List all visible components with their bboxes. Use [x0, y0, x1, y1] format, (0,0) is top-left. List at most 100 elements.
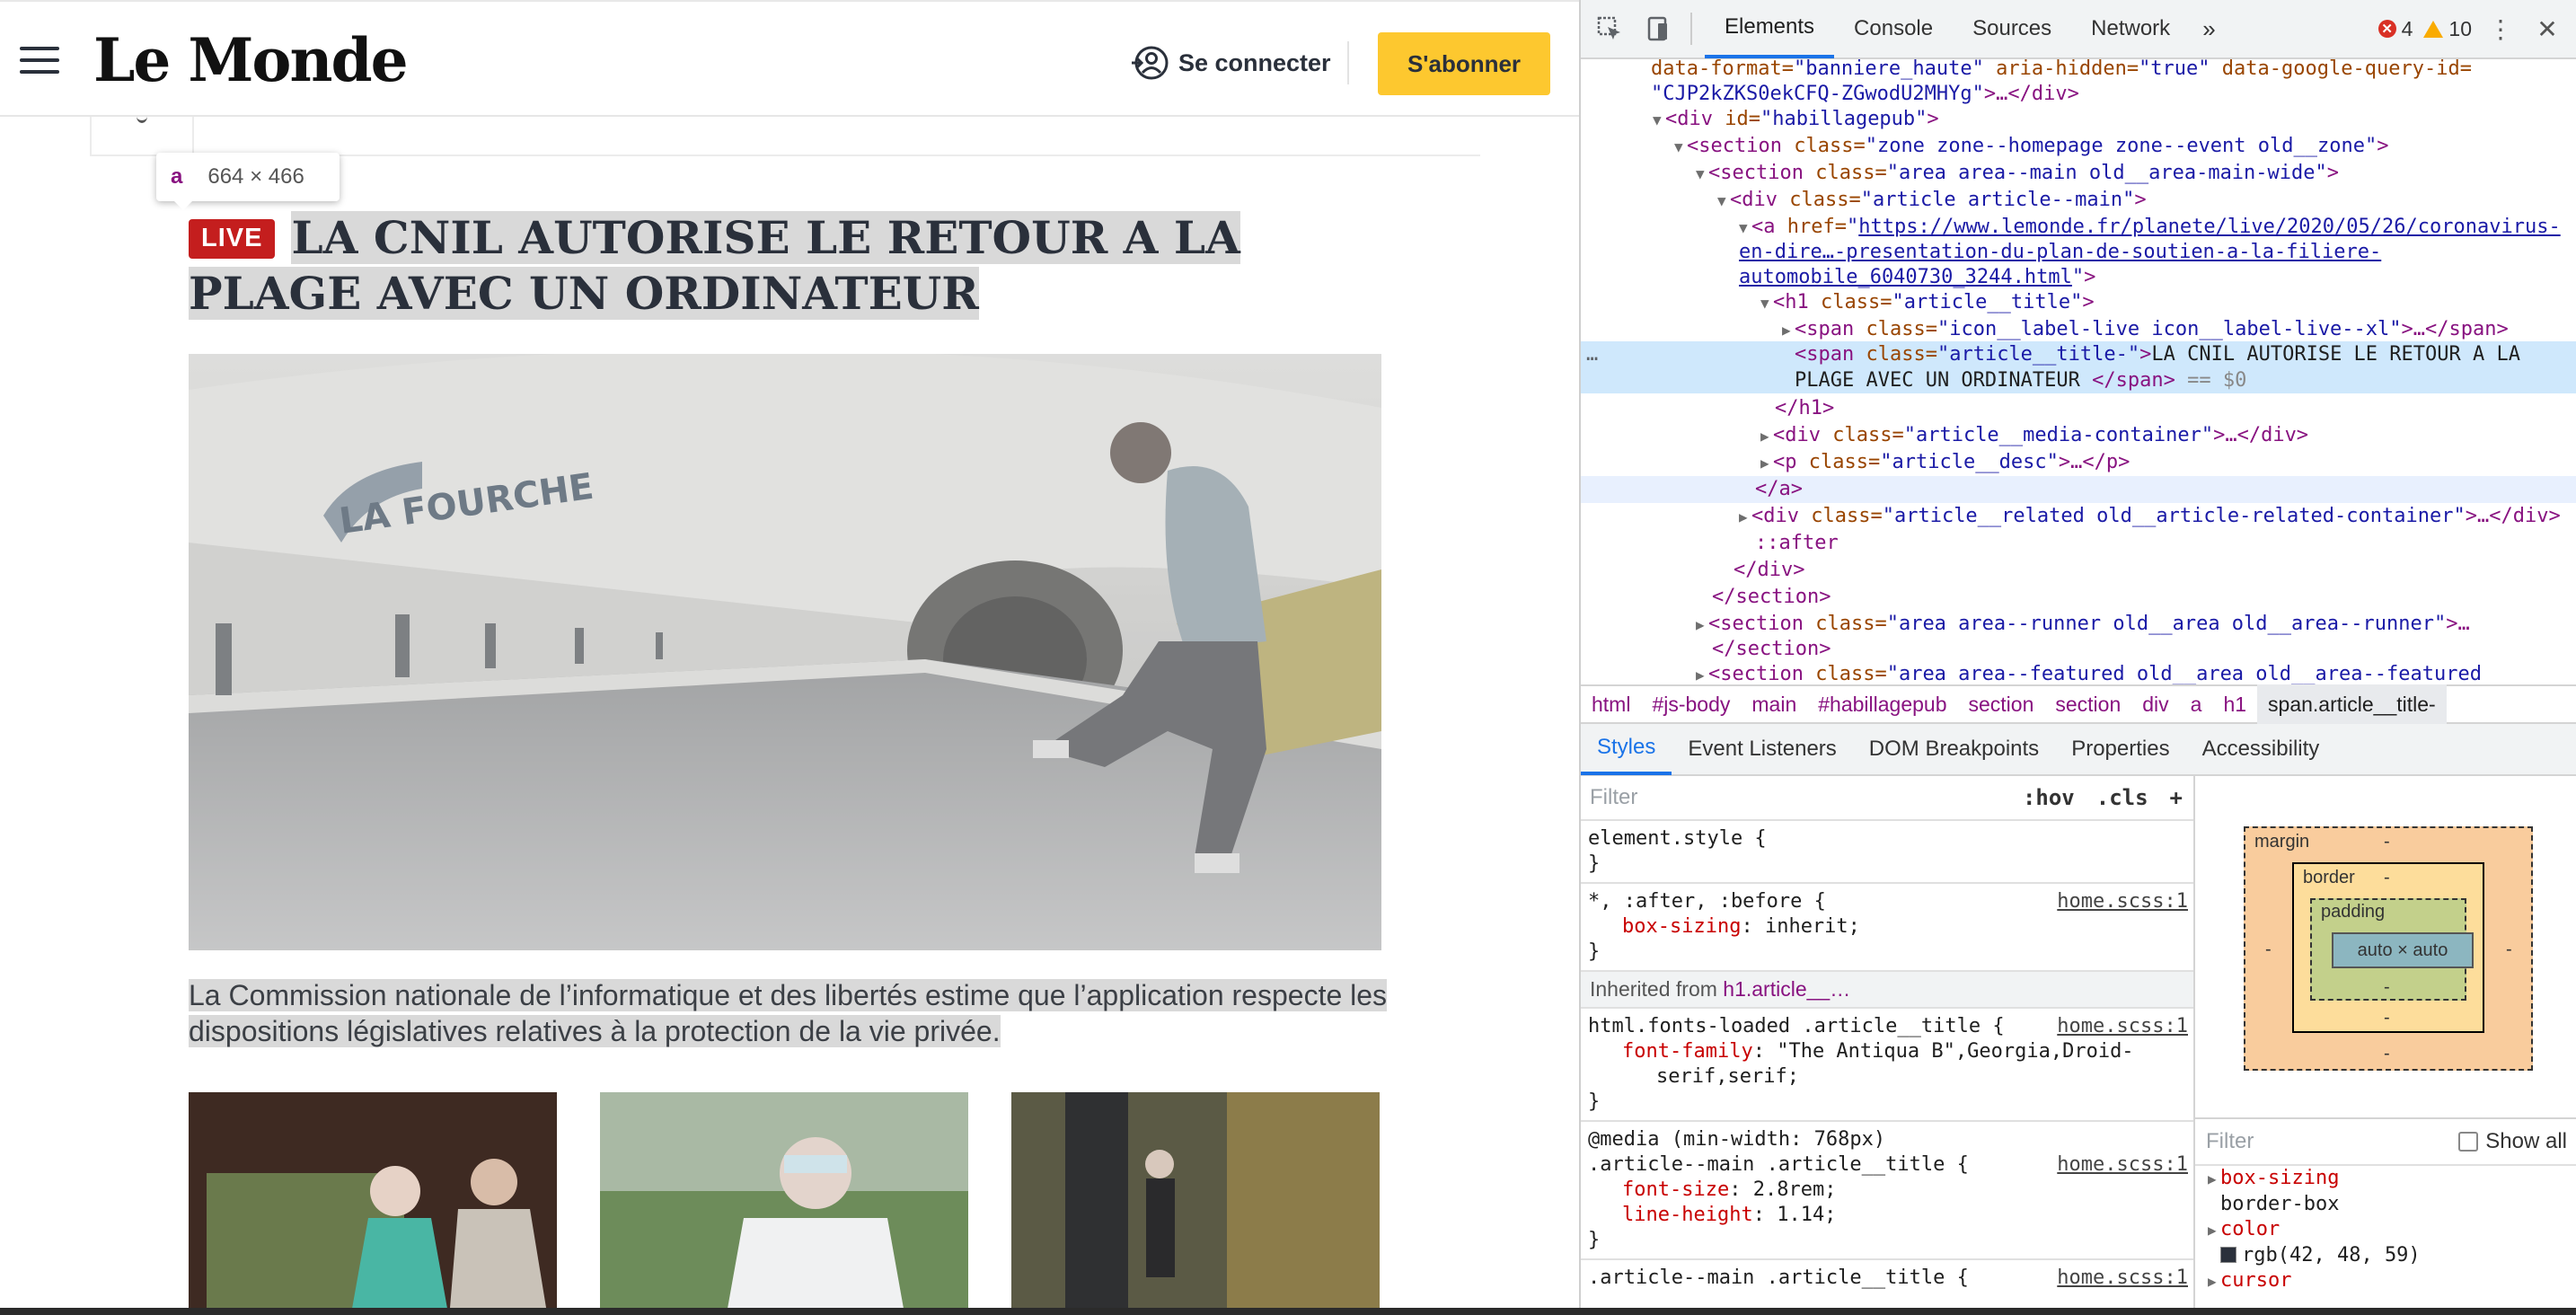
device-toolbar-icon[interactable]: [1638, 9, 1678, 49]
breadcrumb-item[interactable]: a: [2180, 684, 2213, 724]
dom-node[interactable]: data-format="banniere_haute" aria-hidden…: [1581, 59, 2576, 83]
breadcrumb-item[interactable]: html: [1581, 684, 1641, 724]
tab-dom-breakpoints[interactable]: DOM Breakpoints: [1853, 723, 2055, 775]
css-property[interactable]: box-sizing: [1622, 915, 1741, 938]
computed-property[interactable]: ▶ color: [2195, 1217, 2576, 1243]
metro-photo: LA FOURCHE: [189, 354, 1381, 950]
rule-source-link[interactable]: home.scss:1: [2057, 1266, 2188, 1291]
show-all-checkbox[interactable]: [2458, 1132, 2479, 1152]
dom-node[interactable]: ▼ <a href="https://www.lemonde.fr/planete…: [1581, 214, 2576, 241]
rule-source-link[interactable]: home.scss:1: [2057, 1014, 2188, 1039]
dom-node-cont[interactable]: en-dire…-presentation-du-plan-de-soutien…: [1581, 239, 2576, 266]
dom-node-selected[interactable]: … <span class="article__title-">LA CNIL …: [1581, 341, 2576, 393]
styles-filter-input[interactable]: Filter: [1590, 785, 2012, 810]
css-property[interactable]: font-size: [1622, 1178, 1729, 1201]
computed-property[interactable]: ▶ box-sizing: [2195, 1166, 2576, 1192]
css-property[interactable]: font-family: [1622, 1040, 1753, 1063]
dom-node[interactable]: </a>: [1581, 476, 2576, 503]
more-tabs-button[interactable]: »: [2190, 15, 2228, 43]
style-rule[interactable]: @media (min-width: 768px) .article--main…: [1581, 1122, 2193, 1260]
breadcrumb-item[interactable]: #js-body: [1641, 684, 1741, 724]
computed-property[interactable]: ▶ cursor: [2195, 1268, 2576, 1294]
article-headline[interactable]: LIVE LA CNIL AUTORISE LE RETOUR A LA PLAG…: [189, 210, 1392, 322]
close-icon[interactable]: ✕: [2529, 11, 2565, 47]
dom-node[interactable]: ▶ <p class="article__desc">…</p>: [1581, 449, 2576, 476]
menu-icon[interactable]: [20, 47, 59, 77]
tab-accessibility[interactable]: Accessibility: [2186, 723, 2336, 775]
rule-source-link[interactable]: home.scss:1: [2057, 889, 2188, 914]
dom-node[interactable]: ▼ <section class="zone zone--homepage zon…: [1581, 133, 2576, 160]
color-swatch[interactable]: [2220, 1247, 2236, 1263]
dom-node[interactable]: </section>: [1581, 584, 2576, 611]
tab-elements[interactable]: Elements: [1705, 0, 1835, 58]
node-menu-icon[interactable]: …: [1586, 341, 1598, 367]
warning-count[interactable]: 10: [2423, 17, 2472, 41]
computed-filter-input[interactable]: Filter: [2206, 1129, 2254, 1154]
tab-sources[interactable]: Sources: [1953, 0, 2071, 58]
sidebar-tabs: Styles Event Listeners DOM Breakpoints P…: [1581, 724, 2576, 776]
css-value[interactable]: inherit;: [1765, 915, 1860, 938]
add-rule-button[interactable]: +: [2159, 785, 2193, 810]
cls-toggle[interactable]: .cls: [2086, 785, 2159, 810]
dom-node[interactable]: ::after: [1581, 530, 2576, 557]
box-model-margin[interactable]: margin - - - - border - - padding - auto…: [2244, 826, 2533, 1071]
css-value[interactable]: 1.14;: [1777, 1204, 1836, 1226]
css-property[interactable]: line-height: [1622, 1204, 1753, 1226]
dom-node[interactable]: "CJP2kZKS0ekCFQ-ZGwodU2MHYg">…</div>: [1581, 81, 2576, 108]
box-model-content[interactable]: auto × auto: [2332, 932, 2474, 968]
dom-node[interactable]: ▼ <div class="article article--main">: [1581, 187, 2576, 214]
show-all-toggle[interactable]: Show all: [2458, 1129, 2576, 1154]
breadcrumb-item-active[interactable]: span.article__title-: [2257, 684, 2447, 724]
more-options-icon[interactable]: ⋮: [2483, 11, 2519, 47]
dom-node[interactable]: ▶ <section class="area area--featured old…: [1581, 661, 2576, 684]
dom-node[interactable]: ▶ <div class="article__media-container">……: [1581, 422, 2576, 449]
tab-event-listeners[interactable]: Event Listeners: [1672, 723, 1852, 775]
breadcrumb-item[interactable]: div: [2131, 684, 2179, 724]
tab-network[interactable]: Network: [2071, 0, 2190, 58]
box-model-border[interactable]: border - - padding - auto × auto: [2292, 862, 2484, 1033]
rule-source-link[interactable]: home.scss:1: [2057, 1152, 2188, 1178]
style-rule[interactable]: *, :after, :before { home.scss:1 box-siz…: [1581, 884, 2193, 972]
inherited-selector[interactable]: h1.article__…: [1723, 977, 1850, 1001]
dom-node[interactable]: </section>: [1581, 636, 2576, 663]
live-badge: LIVE: [189, 219, 276, 259]
site-logo[interactable]: Le Monde: [93, 25, 409, 95]
tab-properties[interactable]: Properties: [2055, 723, 2185, 775]
breadcrumb-item[interactable]: h1: [2212, 684, 2257, 724]
style-rule[interactable]: .article--main .article__title { home.sc…: [1581, 1260, 2193, 1296]
dom-node[interactable]: ▶ <section class="area area--runner old__…: [1581, 611, 2576, 638]
tab-styles[interactable]: Styles: [1581, 723, 1672, 775]
subscribe-button[interactable]: S'abonner: [1378, 32, 1550, 95]
login-link[interactable]: Se connecter: [1130, 41, 1331, 84]
breadcrumb-item[interactable]: main: [1741, 684, 1807, 724]
tab-console[interactable]: Console: [1834, 0, 1953, 58]
dom-node[interactable]: ▼ <div id="habillagepub">: [1581, 106, 2576, 133]
dom-node[interactable]: ▼ <h1 class="article__title">: [1581, 289, 2576, 316]
related-thumbnail-2[interactable]: [600, 1092, 968, 1315]
article-hero-image[interactable]: LA FOURCHE: [189, 354, 1381, 950]
hov-toggle[interactable]: :hov: [2012, 785, 2086, 810]
breadcrumb-item[interactable]: section: [2044, 684, 2131, 724]
error-count[interactable]: ✕ 4: [2378, 17, 2413, 41]
related-thumbnail-3[interactable]: [1011, 1092, 1380, 1315]
style-rule[interactable]: element.style { }: [1581, 821, 2193, 884]
dom-node[interactable]: ▼ <section class="area area--main old__ar…: [1581, 160, 2576, 187]
css-value[interactable]: 2.8rem;: [1753, 1178, 1837, 1201]
dom-node[interactable]: ▶ <span class="icon__label-live icon__lab…: [1581, 316, 2576, 343]
css-value[interactable]: "The Antiqua B",Georgia,Droid-: [1777, 1040, 2133, 1063]
webpage: Le Monde Se connecter S'abonner a 664 × …: [0, 0, 1579, 1315]
article-description[interactable]: La Commission nationale de l’informatiqu…: [189, 977, 1392, 1049]
box-model-diagram: margin - - - - border - - padding - auto…: [2195, 776, 2576, 1117]
headline-text[interactable]: LA CNIL AUTORISE LE RETOUR A LA PLAGE AV…: [189, 211, 1240, 320]
dom-node[interactable]: </div>: [1581, 557, 2576, 584]
box-model-padding[interactable]: padding - auto × auto: [2310, 898, 2474, 1001]
breadcrumb-item[interactable]: #habillagepub: [1807, 684, 1957, 724]
inspect-element-icon[interactable]: [1590, 9, 1629, 49]
dom-node[interactable]: </h1>: [1581, 395, 2576, 422]
padding-label: padding: [2321, 902, 2386, 922]
dom-node-cont[interactable]: automobile_6040730_3244.html">: [1581, 264, 2576, 291]
related-thumbnail-1[interactable]: [189, 1092, 557, 1315]
style-rule[interactable]: html.fonts-loaded .article__title { home…: [1581, 1009, 2193, 1122]
dom-node[interactable]: ▶ <div class="article__related old__artic…: [1581, 503, 2576, 530]
breadcrumb-item[interactable]: section: [1958, 684, 2045, 724]
